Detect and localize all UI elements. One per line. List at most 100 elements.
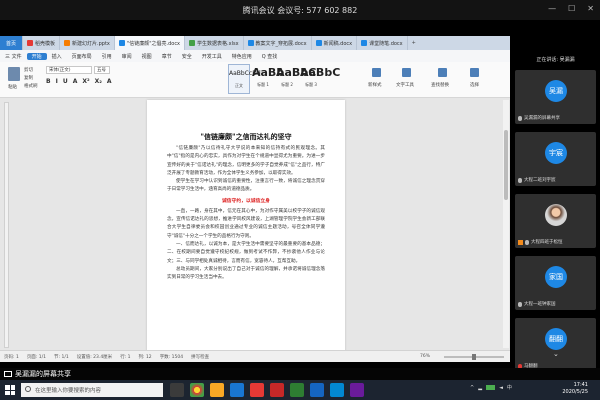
zoom-knob[interactable] — [472, 353, 476, 360]
format-buttons: B I U A X² X₂ A — [46, 78, 112, 85]
participant-tile[interactable]: 大程四班于松恒 — [515, 194, 596, 248]
menu-item[interactable]: 插入 — [47, 53, 67, 60]
close-icon[interactable]: ✕ — [587, 4, 594, 13]
format-button[interactable]: A — [73, 78, 78, 85]
paste-icon[interactable] — [8, 67, 20, 81]
text-tools-icon[interactable] — [402, 68, 411, 77]
style-option[interactable]: AaBbCcDd 正文 — [228, 64, 261, 94]
find-replace-button[interactable]: 查找替换 — [431, 82, 449, 88]
cut-button[interactable]: 剪切 — [24, 67, 33, 73]
participant-name: 大程二班刘宇宸 — [524, 178, 556, 183]
tab-label: 课堂随笔.docx — [369, 40, 403, 47]
menu-item[interactable]: 审阅 — [117, 53, 137, 60]
vertical-scrollbar[interactable] — [503, 100, 509, 348]
participant-label: 大程四班于松恒 — [518, 239, 563, 245]
document-title: "信链廉颇"之信而达礼的坚守 — [200, 132, 292, 141]
zoom-level: 76% — [419, 354, 430, 359]
style-sample: AaBb — [252, 66, 285, 79]
file-explorer-icon[interactable] — [210, 383, 224, 397]
taskbar-search-box[interactable]: 在这里输入你要搜索的内容 — [21, 383, 163, 397]
find-replace-icon[interactable] — [438, 68, 447, 77]
word-icon[interactable] — [310, 383, 324, 397]
office-icon[interactable] — [270, 383, 284, 397]
volume-icon[interactable]: ◄ — [499, 385, 503, 391]
network-icon[interactable]: ▂ — [478, 385, 482, 391]
document-page[interactable]: "信链廉颇"之信而达礼的坚守 "信链廉颇"乃以信待礼守大学说的本来知的信持有式的… — [147, 100, 345, 350]
taskbar-clock[interactable]: 17:41 2020/5/25 — [562, 382, 588, 396]
chrome-icon[interactable] — [190, 383, 204, 397]
tencent-meeting-icon[interactable] — [330, 383, 344, 397]
format-button[interactable]: B — [46, 78, 51, 85]
menu-item[interactable]: 特色应用 — [227, 53, 257, 60]
shared-screen: 首页 稻壳模板 新建幻灯片.pptx "信链廉颇"之倡亮.docx 学生数据表格.xls… — [0, 36, 510, 362]
document-tab[interactable]: 学生数据表格.xlsx — [185, 36, 244, 50]
tray-chevron-icon[interactable]: ^ — [470, 385, 474, 391]
participant-tile[interactable]: 吴漏 吴漏漏的屏幕共享 — [515, 70, 596, 124]
minimize-icon[interactable]: — — [548, 4, 556, 13]
format-button[interactable]: X² — [82, 78, 89, 85]
style-name: 正文 — [235, 83, 243, 88]
document-tab[interactable]: "信链廉颇"之倡亮.docx — [114, 36, 186, 50]
search-placeholder: 在这里输入你要搜索的内容 — [35, 388, 102, 394]
system-tray: ^ ▂ ◄ 中 — [470, 384, 512, 392]
windows-start-icon[interactable] — [5, 385, 15, 395]
document-tab[interactable]: 课堂随笔.docx — [357, 36, 408, 50]
new-style-button[interactable]: 新样式 — [368, 82, 382, 88]
format-button[interactable]: I — [56, 78, 58, 85]
participant-tile[interactable]: 翻翻 马翻翻 — [515, 318, 596, 372]
participant-tile[interactable]: 宇宸 大程二班刘宇宸 — [515, 132, 596, 186]
edge-icon[interactable] — [230, 383, 244, 397]
file-type-icon — [247, 40, 254, 46]
document-tab[interactable]: 首页 — [0, 36, 24, 50]
document-tab[interactable]: 新建幻灯片.pptx — [60, 36, 115, 50]
menu-item[interactable]: 章节 — [157, 53, 177, 60]
menu-item[interactable]: 视图 — [137, 53, 157, 60]
menu-item[interactable]: 开发工具 — [197, 53, 227, 60]
wps-icon[interactable] — [250, 383, 264, 397]
zoom-slider[interactable] — [444, 353, 504, 360]
screen-share-label: 吴漏漏的屏幕共享 — [4, 369, 71, 379]
text-tools-button[interactable]: 文字工具 — [396, 82, 414, 88]
new-tab-icon[interactable]: + — [408, 40, 420, 46]
new-style-icon[interactable] — [372, 68, 381, 77]
tab-label: 稻壳模板 — [35, 40, 56, 47]
participant-tile[interactable]: 家国 大程一班钟家国 — [515, 256, 596, 310]
menu-item[interactable]: Q 查找 — [257, 53, 283, 60]
status-section: 节: 1/1 — [54, 354, 69, 360]
participant-label: 吴漏漏的屏幕共享 — [518, 115, 560, 121]
copy-button[interactable]: 复制 — [24, 75, 33, 81]
format-button[interactable]: U — [63, 78, 68, 85]
document-tab[interactable]: 教案文字_穿拓展.docx — [244, 36, 312, 50]
menu-item[interactable]: 页面布局 — [67, 53, 97, 60]
maximize-icon[interactable]: ☐ — [568, 4, 575, 13]
app-icon[interactable] — [350, 383, 364, 397]
menu-item[interactable]: 引用 — [97, 53, 117, 60]
menu-item[interactable]: 三 文件 — [0, 53, 27, 60]
chevron-down-icon[interactable]: ⌄ — [553, 350, 559, 358]
input-language[interactable]: 中 — [507, 384, 512, 391]
style-option[interactable]: AaBbC 标题 2 — [276, 64, 316, 94]
format-painter-button[interactable]: 格式刷 — [24, 83, 38, 89]
font-name-select[interactable]: 宋体(正文) — [46, 66, 92, 74]
speaking-indicator: 正在讲话: 吴漏漏 — [536, 57, 575, 63]
menu-item[interactable]: 安全 — [177, 53, 197, 60]
status-spell[interactable]: 拼写检查 — [191, 354, 209, 360]
style-option[interactable]: AaBbC 标题 3 — [300, 64, 340, 94]
font-size-select[interactable]: 五号 — [94, 66, 110, 74]
scrollbar-thumb[interactable] — [504, 130, 508, 200]
document-tab[interactable]: 稻壳模板 — [23, 36, 61, 50]
status-setting: 设置值: 23.4厘米 — [76, 354, 113, 360]
task-view-icon[interactable] — [170, 383, 184, 397]
document-paragraph: 一、信而达礼，以诚为本，是大学生活中需要坚守的最重要的基本品德；二、在校期间要自… — [167, 241, 325, 264]
excel-icon[interactable] — [290, 383, 304, 397]
style-option[interactable]: AaBb 标题 1 — [252, 64, 285, 94]
format-button[interactable]: X₂ — [95, 78, 102, 85]
format-button[interactable]: A — [107, 78, 112, 85]
status-words[interactable]: 字数: 1504 — [160, 354, 183, 360]
select-icon[interactable] — [470, 68, 479, 77]
battery-icon[interactable] — [486, 385, 496, 390]
select-button[interactable]: 选择 — [470, 82, 479, 88]
mic-icon — [518, 177, 522, 183]
menu-item[interactable]: 开始 — [26, 52, 47, 60]
document-tab[interactable]: 新闻稿.docx — [312, 36, 358, 50]
